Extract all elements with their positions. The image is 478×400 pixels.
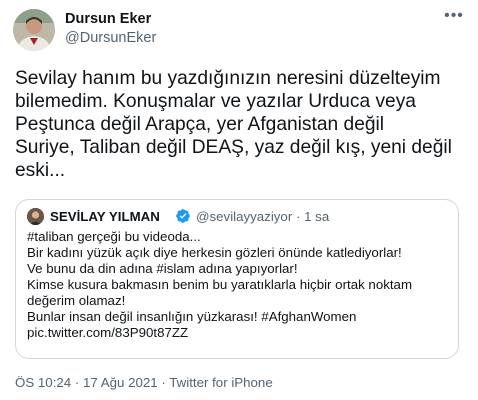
quoted-text-line[interactable]: #taliban gerçeği bu videoda... xyxy=(27,229,452,245)
quoted-author-avatar xyxy=(27,208,44,225)
quoted-text-line: değerim olamaz! xyxy=(27,293,126,308)
verified-badge-icon xyxy=(175,208,191,224)
quoted-text-line: Bir kadını yüzük açık diye herkesin gözl… xyxy=(27,245,402,260)
tweet-text: Sevilay hanım bu yazdığınızın neresini d… xyxy=(15,67,470,182)
quoted-media-link[interactable]: pic.twitter.com/83P90t87ZZ xyxy=(27,325,452,341)
quoted-text-line: Bunlar insan değil insanlığın yüzkarası!… xyxy=(27,309,357,324)
quoted-text-line: Ve bunu da din adına #islam adına yapıyo… xyxy=(27,261,298,276)
tweet: Dursun Eker @DursunEker ••• Sevilay hanı… xyxy=(0,0,478,400)
tweet-timestamp-source[interactable]: ÖS 10:24 · 17 Ağu 2021 · Twitter for iPh… xyxy=(15,375,273,390)
quoted-tweet[interactable]: SEVİLAY YILMAN @sevilayyaziyor · 1 sa #t… xyxy=(15,199,459,359)
author-avatar[interactable] xyxy=(13,9,55,51)
quoted-author-name: SEVİLAY YILMAN xyxy=(50,209,160,224)
tweet-text-line: eski... xyxy=(15,160,66,181)
author-handle[interactable]: @DursunEker xyxy=(65,30,156,46)
tweet-text-line: Peştunca değil Arapça, yer Afganistan de… xyxy=(15,114,385,135)
tweet-text-line: Suriye, Taliban değil DEAŞ, yaz değil kı… xyxy=(15,137,452,158)
more-horizontal-icon[interactable]: ••• xyxy=(442,8,466,28)
quoted-tweet-text: #taliban gerçeği bu videoda... Bir kadın… xyxy=(27,229,452,341)
author-display-name[interactable]: Dursun Eker xyxy=(65,11,151,27)
quoted-author-handle-time: @sevilayyaziyor · 1 sa xyxy=(196,209,330,224)
tweet-text-line: Sevilay hanım bu yazdığınızın neresini d… xyxy=(15,68,441,89)
tweet-text-line: bilemedim. Konuşmalar ve yazılar Urduca … xyxy=(15,91,416,112)
quoted-text-line: Kimse kusura bakmasın benim bu yaratıkla… xyxy=(27,277,413,292)
